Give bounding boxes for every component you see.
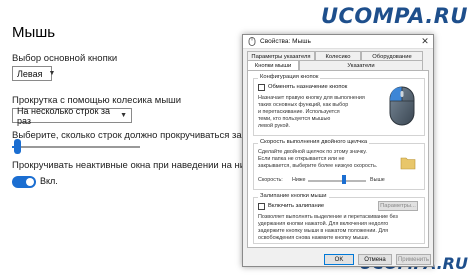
button-config-title: Конфигурация кнопок xyxy=(258,74,321,80)
chevron-down-icon: ▼ xyxy=(120,112,127,119)
dialog-titlebar: Свойства: Мышь ✕ xyxy=(243,35,433,49)
scroll-mode-value: На несколько строк за раз xyxy=(17,105,111,126)
click-lock-checkbox[interactable] xyxy=(258,203,265,210)
double-click-desc-line: Сделайте двойной щелчок по этому значку. xyxy=(258,149,367,155)
speed-slider-thumb[interactable] xyxy=(341,175,346,184)
dialog-title: Свойства: Мышь xyxy=(260,38,311,45)
cancel-button[interactable]: Отмена xyxy=(358,254,392,265)
config-desc-line: Назначает правую кнопку для выполнения xyxy=(258,95,365,101)
inactive-scroll-toggle[interactable] xyxy=(12,176,36,188)
click-lock-group: Залипание кнопки мыши Включить залипание… xyxy=(253,193,425,244)
apply-button[interactable]: Применить xyxy=(396,254,431,265)
scroll-lines-slider-track[interactable] xyxy=(12,146,140,148)
click-lock-title: Залипание кнопки мыши xyxy=(258,193,329,199)
config-desc-line: левой рукой. xyxy=(258,123,291,129)
ok-button[interactable]: OK xyxy=(324,254,354,265)
scroll-mode-label: Прокрутка с помощью колесика мыши xyxy=(12,95,182,106)
click-lock-params-button[interactable]: Параметры... xyxy=(378,201,418,211)
config-desc-line: таких основных функций, как выбор xyxy=(258,102,349,108)
button-config-group: Конфигурация кнопок Обменять назначение … xyxy=(253,74,425,136)
primary-button-value: Левая xyxy=(17,68,43,79)
mouse-icon xyxy=(247,37,256,46)
scroll-lines-slider-thumb[interactable] xyxy=(14,139,21,154)
click-lock-desc-line: задержите кнопку мыши в нажатом положени… xyxy=(258,228,389,234)
config-desc-line: теми, кто пользуется мышью xyxy=(258,116,331,122)
speed-label: Скорость: xyxy=(258,177,283,183)
inactive-scroll-label: Прокручивать неактивные окна при наведен… xyxy=(12,160,250,171)
inactive-scroll-toggle-label: Вкл. xyxy=(40,176,58,186)
double-click-desc-line: закрывается, выберите более низкую скоро… xyxy=(258,163,378,169)
page-title: Мышь xyxy=(12,24,56,41)
swap-buttons-label: Обменять назначение кнопок xyxy=(268,84,348,90)
toggle-knob xyxy=(26,178,34,186)
tab-buttons[interactable]: Кнопки мыши xyxy=(247,60,299,70)
tab-pointers[interactable]: Указатели xyxy=(299,60,423,70)
click-lock-desc-line: освобождения снова нажмите кнопку мыши. xyxy=(258,235,370,241)
chevron-down-icon: ▼ xyxy=(48,70,56,77)
scroll-mode-dropdown[interactable]: На несколько строк за раз ▼ xyxy=(12,105,132,126)
watermark-logo: UCOMPA.RU xyxy=(320,4,468,28)
tab-row-bottom: Кнопки мыши Указатели xyxy=(247,60,423,70)
primary-button-label: Выбор основной кнопки xyxy=(12,53,118,64)
double-click-group: Скорость выполнения двойного щелчка Сдел… xyxy=(253,139,425,190)
config-desc-line: и перетаскивание. Используется xyxy=(258,109,340,115)
speed-slider-track[interactable] xyxy=(308,180,366,182)
speed-high-label: Выше xyxy=(370,177,385,183)
folder-icon[interactable] xyxy=(400,156,416,172)
close-icon[interactable]: ✕ xyxy=(417,35,433,48)
primary-button-dropdown[interactable]: Левая ▼ xyxy=(12,66,56,81)
click-lock-desc-line: Позволяет выполнять выделение и перетаск… xyxy=(258,214,398,220)
click-lock-label: Включить залипание xyxy=(268,203,325,209)
double-click-title: Скорость выполнения двойного щелчка xyxy=(258,139,370,145)
speed-low-label: Ниже xyxy=(292,177,306,183)
swap-buttons-checkbox[interactable] xyxy=(258,84,265,91)
click-lock-desc-line: удержания кнопки нажатой. Для включения … xyxy=(258,221,389,227)
mouse-properties-dialog: Свойства: Мышь ✕ Параметры указателя Кол… xyxy=(242,34,434,267)
dialog-mouse-icon xyxy=(388,85,416,129)
double-click-desc-line: Если папка не открывается или не xyxy=(258,156,345,162)
buttons-tab-panel: Конфигурация кнопок Обменять назначение … xyxy=(247,70,429,248)
